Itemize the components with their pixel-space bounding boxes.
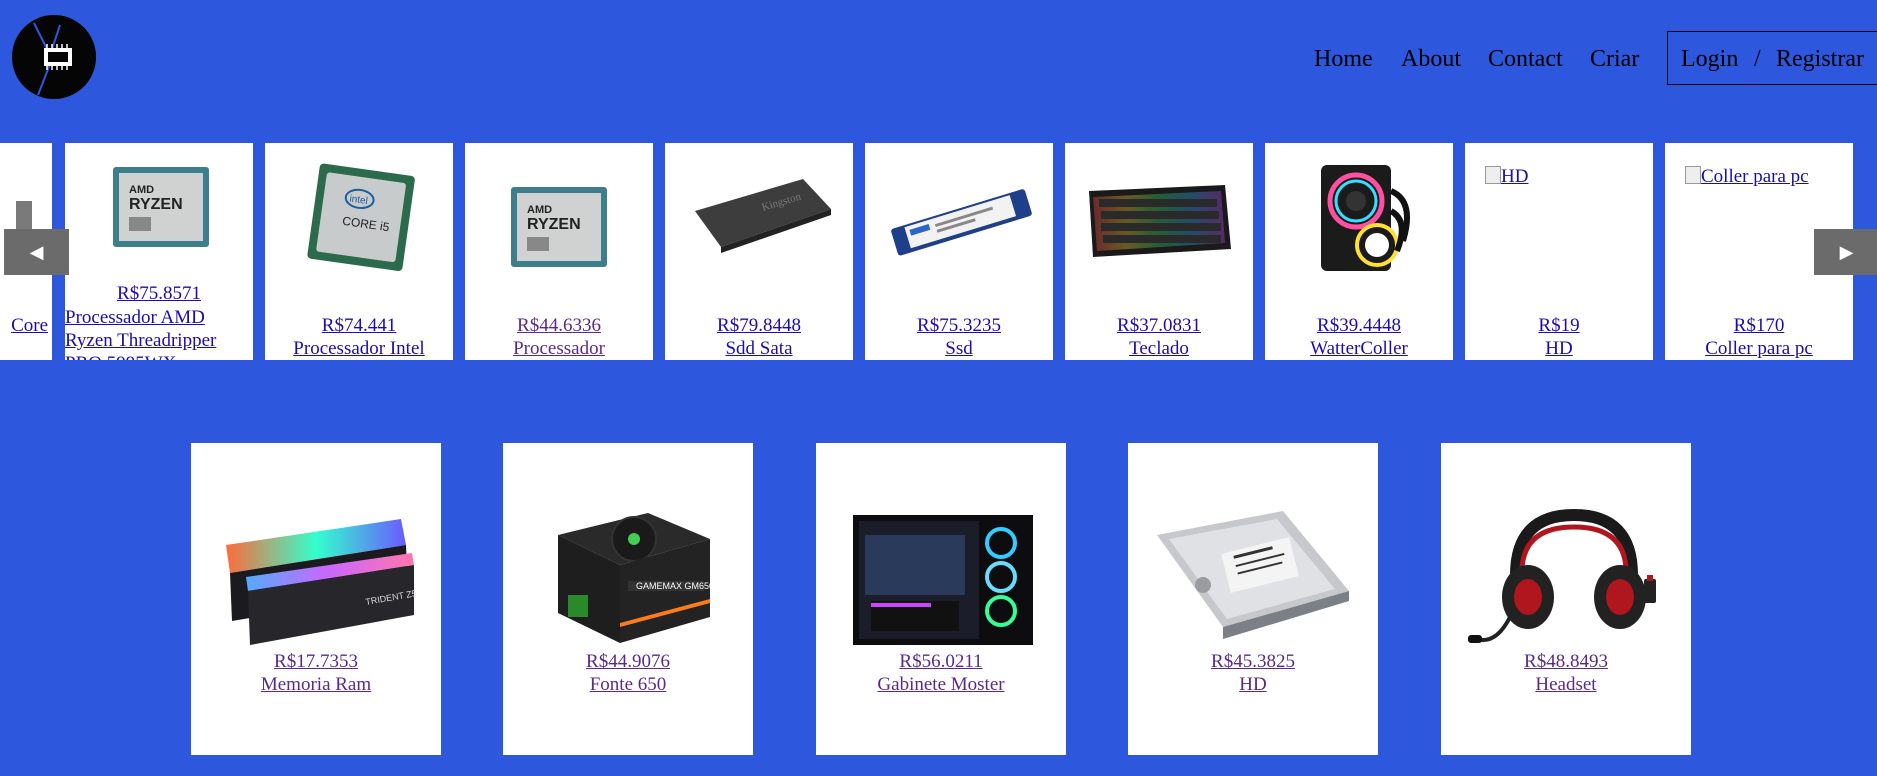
product-name[interactable]: Gabinete Moster: [816, 674, 1066, 696]
nav-home[interactable]: Home: [1314, 46, 1373, 73]
carousel-card-name[interactable]: Core: [11, 315, 48, 337]
carousel-card-name[interactable]: Coller para pc: [1665, 338, 1853, 360]
product-price[interactable]: R$44.9076: [503, 651, 753, 673]
broken-image-icon: [1685, 166, 1701, 184]
product-price[interactable]: R$56.0211: [816, 651, 1066, 673]
svg-text:AMD: AMD: [527, 204, 552, 216]
carousel-card-name[interactable]: WatterColler: [1265, 338, 1453, 360]
pc-case-image: [853, 515, 1033, 645]
carousel-card[interactable]: R$75.3235 Ssd: [865, 143, 1053, 360]
nav-about[interactable]: About: [1401, 46, 1461, 73]
product-card[interactable]: R$56.0211 Gabinete Moster: [816, 443, 1066, 755]
carousel-card[interactable]: Kingston R$79.8448 Sdd Sata: [665, 143, 853, 360]
product-price[interactable]: R$17.7353: [191, 651, 441, 673]
carousel-card-name[interactable]: Processador Intel: [265, 338, 453, 360]
carousel-card-price[interactable]: R$170: [1665, 315, 1853, 337]
svg-text:AMD: AMD: [129, 184, 154, 196]
ssd-image: Kingston: [695, 179, 831, 253]
svg-text:RYZEN: RYZEN: [129, 196, 183, 213]
product-price[interactable]: R$45.3825: [1128, 651, 1378, 673]
product-carousel: Core AMD RYZEN R$75.8571 Processador AMD…: [0, 143, 1877, 360]
hard-drive-image: [1157, 511, 1349, 639]
carousel-card-price[interactable]: R$79.8448: [665, 315, 853, 337]
carousel-card-name[interactable]: Processador: [465, 338, 653, 360]
carousel-card[interactable]: AMD RYZEN R$44.6336 Processador: [465, 143, 653, 360]
carousel-card-price[interactable]: R$74.441: [265, 315, 453, 337]
carousel-card-price[interactable]: R$19: [1465, 315, 1653, 337]
carousel-prev-button[interactable]: ◀: [4, 229, 69, 275]
image-alt-text: HD: [1501, 166, 1529, 187]
carousel-card[interactable]: R$39.4448 WatterColler: [1265, 143, 1453, 360]
carousel-next-button[interactable]: ▶: [1814, 229, 1877, 275]
broken-image-link[interactable]: HD: [1485, 166, 1528, 188]
nav-contact[interactable]: Contact: [1488, 46, 1563, 73]
chip-logo-icon: [12, 15, 96, 99]
register-link[interactable]: Registrar: [1776, 46, 1864, 73]
carousel-card-price[interactable]: R$75.8571: [65, 283, 253, 305]
water-cooler-image: [1321, 165, 1410, 271]
nav-create[interactable]: Criar: [1590, 46, 1639, 73]
carousel-card-price[interactable]: R$44.6336: [465, 315, 653, 337]
cpu-image: AMD RYZEN: [113, 167, 209, 247]
product-card[interactable]: TRIDENT Z5 R$17.7353 Memoria Ram: [191, 443, 441, 755]
product-name[interactable]: HD: [1128, 674, 1378, 696]
product-price[interactable]: R$48.8493: [1441, 651, 1691, 673]
broken-image-link[interactable]: Coller para pc: [1685, 166, 1809, 188]
carousel-card-name[interactable]: Processador AMD Ryzen Threadripper PRO 5…: [65, 306, 253, 360]
carousel-card[interactable]: intel CORE i5 R$74.441 Processador Intel: [265, 143, 453, 360]
carousel-card-price[interactable]: R$75.3235: [865, 315, 1053, 337]
chevron-right-icon: ▶: [1839, 241, 1854, 262]
product-card[interactable]: GAMEMAX GM650 R$44.9076 Fonte 650: [503, 443, 753, 755]
power-supply-image: GAMEMAX GM650: [558, 513, 714, 643]
carousel-card-name[interactable]: Sdd Sata: [665, 338, 853, 360]
carousel-card[interactable]: AMD RYZEN R$75.8571 Processador AMD Ryze…: [65, 143, 253, 360]
headset-image: [1468, 508, 1656, 643]
carousel-card[interactable]: R$37.0831 Teclado: [1065, 143, 1253, 360]
image-alt-text: Coller para pc: [1701, 166, 1809, 187]
svg-text:GAMEMAX GM650: GAMEMAX GM650: [636, 581, 714, 591]
carousel-card-price[interactable]: R$39.4448: [1265, 315, 1453, 337]
auth-separator: /: [1754, 46, 1761, 72]
carousel-card[interactable]: HD R$19 HD: [1465, 143, 1653, 360]
carousel-card-price[interactable]: R$37.0831: [1065, 315, 1253, 337]
keyboard-image: [1089, 185, 1231, 257]
carousel-card-name[interactable]: Teclado: [1065, 338, 1253, 360]
cpu-image: AMD RYZEN: [511, 187, 607, 267]
carousel-card-name[interactable]: HD: [1465, 338, 1653, 360]
site-logo[interactable]: [12, 15, 96, 99]
m2-ssd-image: [891, 189, 1032, 256]
cpu-image: intel CORE i5: [307, 163, 415, 271]
chevron-left-icon: ◀: [29, 241, 44, 262]
product-name[interactable]: Fonte 650: [503, 674, 753, 696]
svg-text:RYZEN: RYZEN: [527, 216, 581, 233]
login-link[interactable]: Login: [1681, 46, 1738, 73]
product-card[interactable]: R$48.8493 Headset: [1441, 443, 1691, 755]
product-card[interactable]: R$45.3825 HD: [1128, 443, 1378, 755]
ram-image: TRIDENT Z5: [226, 519, 416, 645]
broken-image-icon: [1485, 166, 1501, 184]
product-name[interactable]: Headset: [1441, 674, 1691, 696]
product-name[interactable]: Memoria Ram: [191, 674, 441, 696]
carousel-card-name[interactable]: Ssd: [865, 338, 1053, 360]
